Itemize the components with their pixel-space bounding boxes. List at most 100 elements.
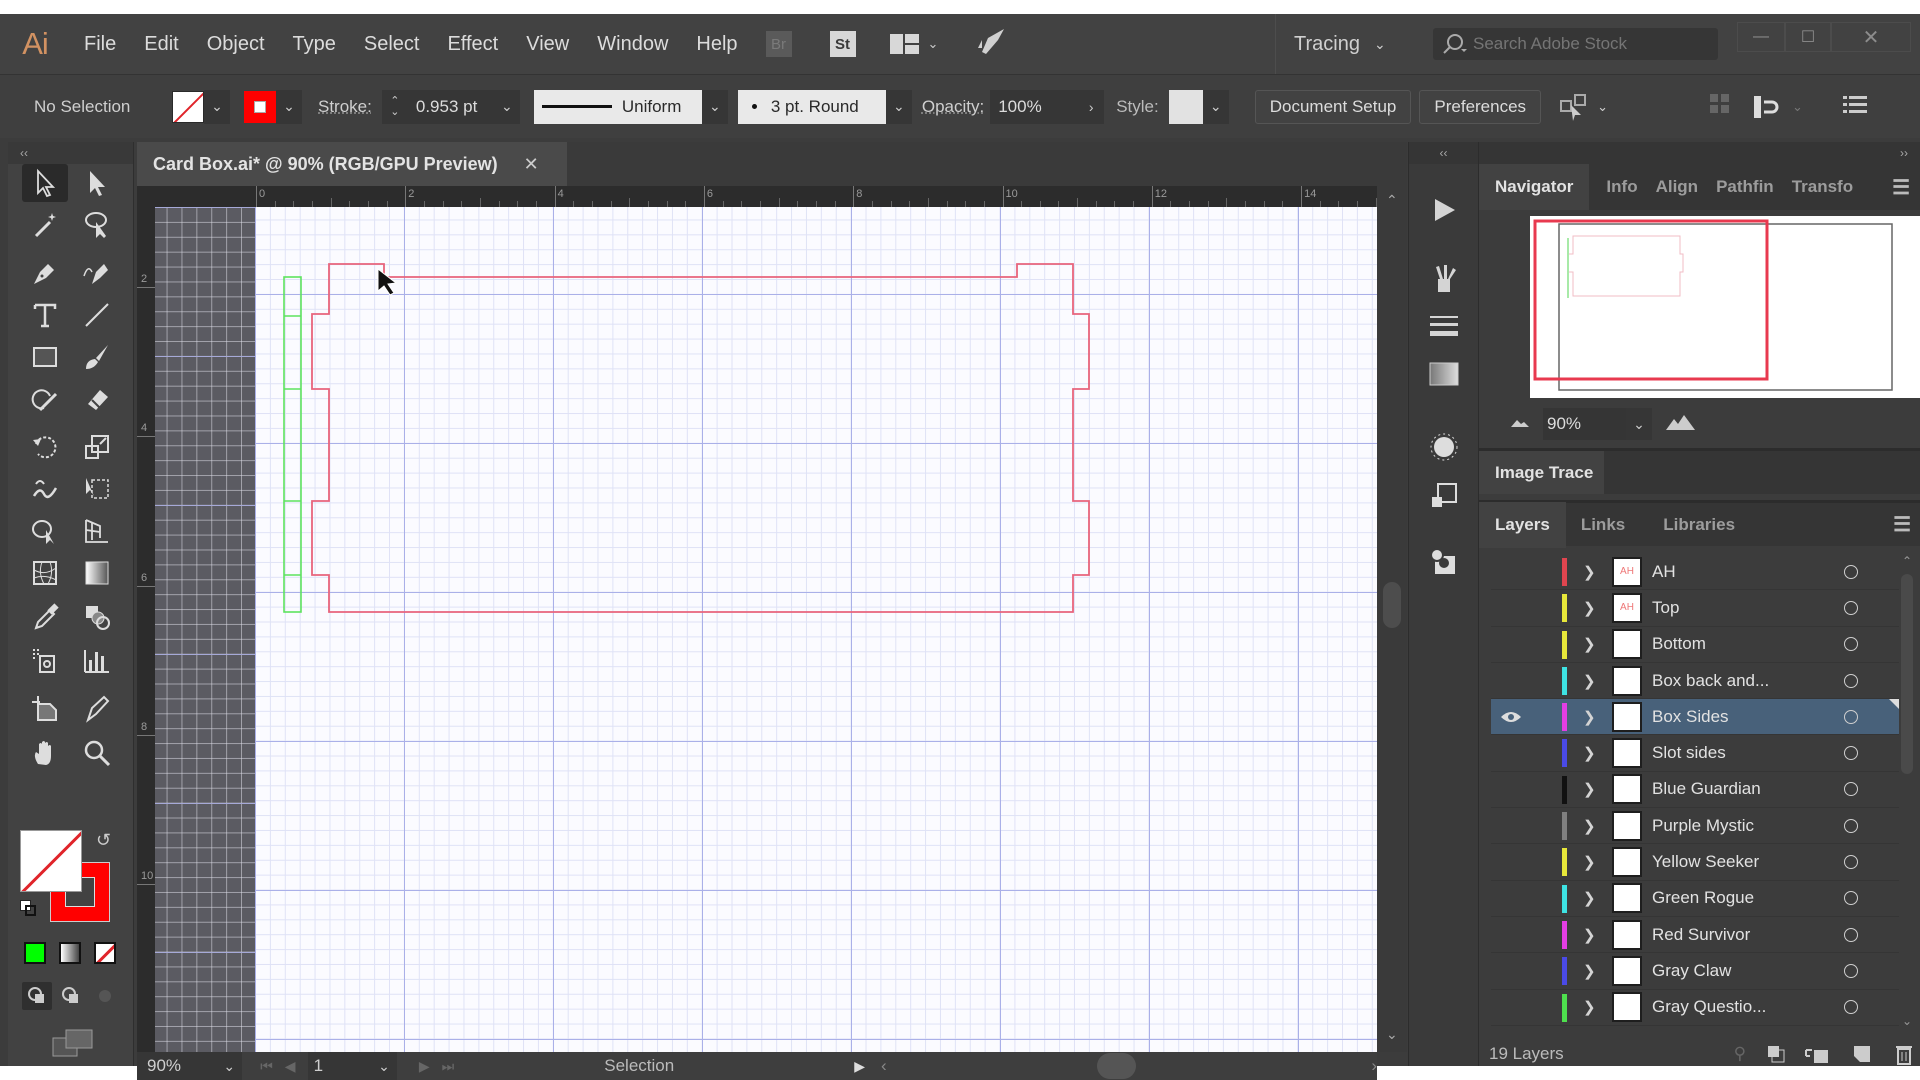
visibility-toggle[interactable] (1491, 990, 1531, 1025)
preferences-button[interactable]: Preferences (1419, 89, 1542, 124)
appearance-panel-button[interactable] (1421, 427, 1467, 467)
curvature-tool[interactable] (74, 254, 120, 292)
menu-effect[interactable]: Effect (433, 33, 512, 56)
layer-target-icon[interactable] (1844, 673, 1858, 688)
layer-name[interactable]: Box Sides (1652, 707, 1729, 727)
eyedropper-tool[interactable] (22, 598, 68, 636)
color-mode-button[interactable] (24, 942, 46, 964)
visibility-toggle[interactable] (1491, 663, 1531, 698)
box-sides-outline[interactable] (311, 263, 1090, 613)
navigator-zoom-dropdown[interactable]: ⌄ (1626, 408, 1652, 440)
layer-name[interactable]: Slot sides (1652, 743, 1726, 763)
type-tool[interactable] (22, 296, 68, 334)
transform-panel-button[interactable] (1421, 476, 1467, 516)
tab-align[interactable]: Align (1647, 164, 1708, 210)
stroke-panel-button[interactable] (1421, 306, 1467, 346)
visibility-toggle[interactable] (1491, 590, 1531, 625)
stroke-label[interactable]: Stroke: (318, 97, 372, 117)
layer-row[interactable]: ❯ Bottom (1491, 627, 1899, 663)
visibility-toggle[interactable] (1491, 554, 1531, 589)
layer-row[interactable]: ❯ Slot sides (1491, 735, 1899, 772)
selection-tool[interactable] (22, 164, 68, 202)
layer-name[interactable]: Yellow Seeker (1652, 852, 1759, 872)
box-back-outline[interactable] (283, 276, 302, 613)
stroke-swatch[interactable] (244, 90, 276, 123)
expand-dock-button[interactable]: ‹‹ (1409, 142, 1478, 164)
layers-scroll-thumb[interactable] (1901, 574, 1913, 774)
symbol-sprayer-tool[interactable] (22, 642, 68, 680)
layer-name[interactable]: Red Survivor (1652, 925, 1750, 945)
gradient-tool[interactable] (74, 554, 120, 592)
layer-target-icon[interactable] (1844, 818, 1858, 833)
tab-info[interactable]: Info (1597, 164, 1646, 210)
expand-layer-icon[interactable]: ❯ (1583, 817, 1596, 835)
pathfinder-panel-button[interactable] (1421, 542, 1467, 582)
panel-menu-icon[interactable]: ☰ (1892, 175, 1910, 200)
layer-name[interactable]: Blue Guardian (1652, 779, 1761, 799)
expand-layer-icon[interactable]: ❯ (1583, 889, 1596, 907)
layer-target-icon[interactable] (1844, 746, 1858, 761)
layer-target-icon[interactable] (1844, 782, 1858, 797)
expand-layer-icon[interactable]: ❯ (1583, 780, 1596, 798)
visibility-toggle[interactable] (1491, 699, 1531, 734)
stroke-weight-input[interactable]: 0.953 pt (407, 89, 494, 124)
brush-dropdown[interactable]: ⌄ (885, 89, 912, 124)
document-tab[interactable]: Card Box.ai* @ 90% (RGB/GPU Preview) ✕ (137, 142, 567, 186)
maximize-button[interactable]: ☐ (1785, 22, 1831, 52)
warp-tool[interactable] (22, 470, 68, 508)
layer-row[interactable]: ❯ Blue Guardian (1491, 772, 1899, 809)
next-artboard-button[interactable]: ▶ (419, 1058, 430, 1075)
vertical-scrollbar[interactable]: ⌃ ⌄ (1377, 186, 1407, 1052)
opacity-expand-button[interactable]: › (1078, 89, 1105, 124)
layer-row[interactable]: ❯ Box back and... (1491, 663, 1899, 700)
shape-builder-tool[interactable] (22, 512, 68, 550)
tab-libraries[interactable]: Libraries (1654, 502, 1744, 548)
menu-view[interactable]: View (512, 33, 583, 56)
expand-layer-icon[interactable]: ❯ (1583, 635, 1596, 653)
layer-name[interactable]: Box back and... (1652, 671, 1769, 691)
scale-tool[interactable] (74, 428, 120, 466)
graphic-style-dropdown[interactable]: ⌄ (1202, 89, 1229, 124)
swap-fill-stroke-icon[interactable]: ↺ (96, 830, 111, 851)
layer-target-icon[interactable] (1844, 637, 1858, 652)
collapse-panels-button[interactable]: ›› (1479, 142, 1920, 164)
navigator-zoom-field[interactable]: 90% (1543, 408, 1626, 440)
visibility-toggle[interactable] (1491, 627, 1531, 662)
delete-layer-icon[interactable] (1894, 1043, 1914, 1065)
horizontal-ruler[interactable]: 0 2 4 6 8 10 12 14 (137, 186, 1433, 207)
expand-layer-icon[interactable]: ❯ (1583, 926, 1596, 944)
tab-layers[interactable]: Layers (1479, 501, 1566, 548)
zoom-in-icon[interactable] (1664, 413, 1696, 436)
gradient-mode-button[interactable] (59, 942, 81, 964)
previous-artboard-button[interactable]: ◀ (285, 1058, 296, 1075)
scroll-down-icon[interactable]: ⌄ (1386, 1026, 1398, 1043)
minimize-button[interactable]: — (1737, 22, 1785, 52)
scroll-up-icon[interactable]: ⌃ (1386, 192, 1398, 209)
zoom-tool[interactable] (74, 734, 120, 772)
rotate-tool[interactable] (22, 428, 68, 466)
eraser-tool[interactable] (74, 380, 120, 418)
expand-layer-icon[interactable]: ❯ (1583, 998, 1596, 1016)
last-artboard-button[interactable]: ⏭ (442, 1058, 455, 1075)
scroll-right-icon[interactable]: › (1371, 1056, 1377, 1076)
artboard-number-field[interactable]: 1 (307, 1052, 372, 1080)
workspace-switcher[interactable]: Tracing ⌄ (1275, 14, 1386, 74)
align-to-button[interactable] (1708, 92, 1732, 121)
snap-button[interactable]: ⌄ (1752, 94, 1803, 120)
mesh-tool[interactable] (22, 554, 68, 592)
expand-layer-icon[interactable]: ❯ (1583, 563, 1596, 581)
stock-button[interactable]: St (829, 31, 856, 57)
menu-select[interactable]: Select (350, 33, 434, 56)
layer-row[interactable]: ❯ Gray Claw (1491, 953, 1899, 990)
layer-name[interactable]: Gray Claw (1652, 961, 1731, 981)
brush-definition[interactable]: 3 pt. Round (737, 89, 886, 124)
create-sublayer-icon[interactable] (1804, 1044, 1830, 1064)
expand-layer-icon[interactable]: ❯ (1583, 962, 1596, 980)
screen-mode-button[interactable] (52, 1028, 94, 1063)
select-similar-button[interactable]: ⌄ (1559, 93, 1608, 121)
horizontal-scroll-thumb[interactable] (1096, 1053, 1137, 1079)
menu-object[interactable]: Object (193, 33, 279, 56)
expand-layer-icon[interactable]: ❯ (1583, 853, 1596, 871)
default-fill-stroke-icon[interactable] (20, 900, 38, 918)
layer-row[interactable]: ❯ AH Top (1491, 590, 1899, 627)
